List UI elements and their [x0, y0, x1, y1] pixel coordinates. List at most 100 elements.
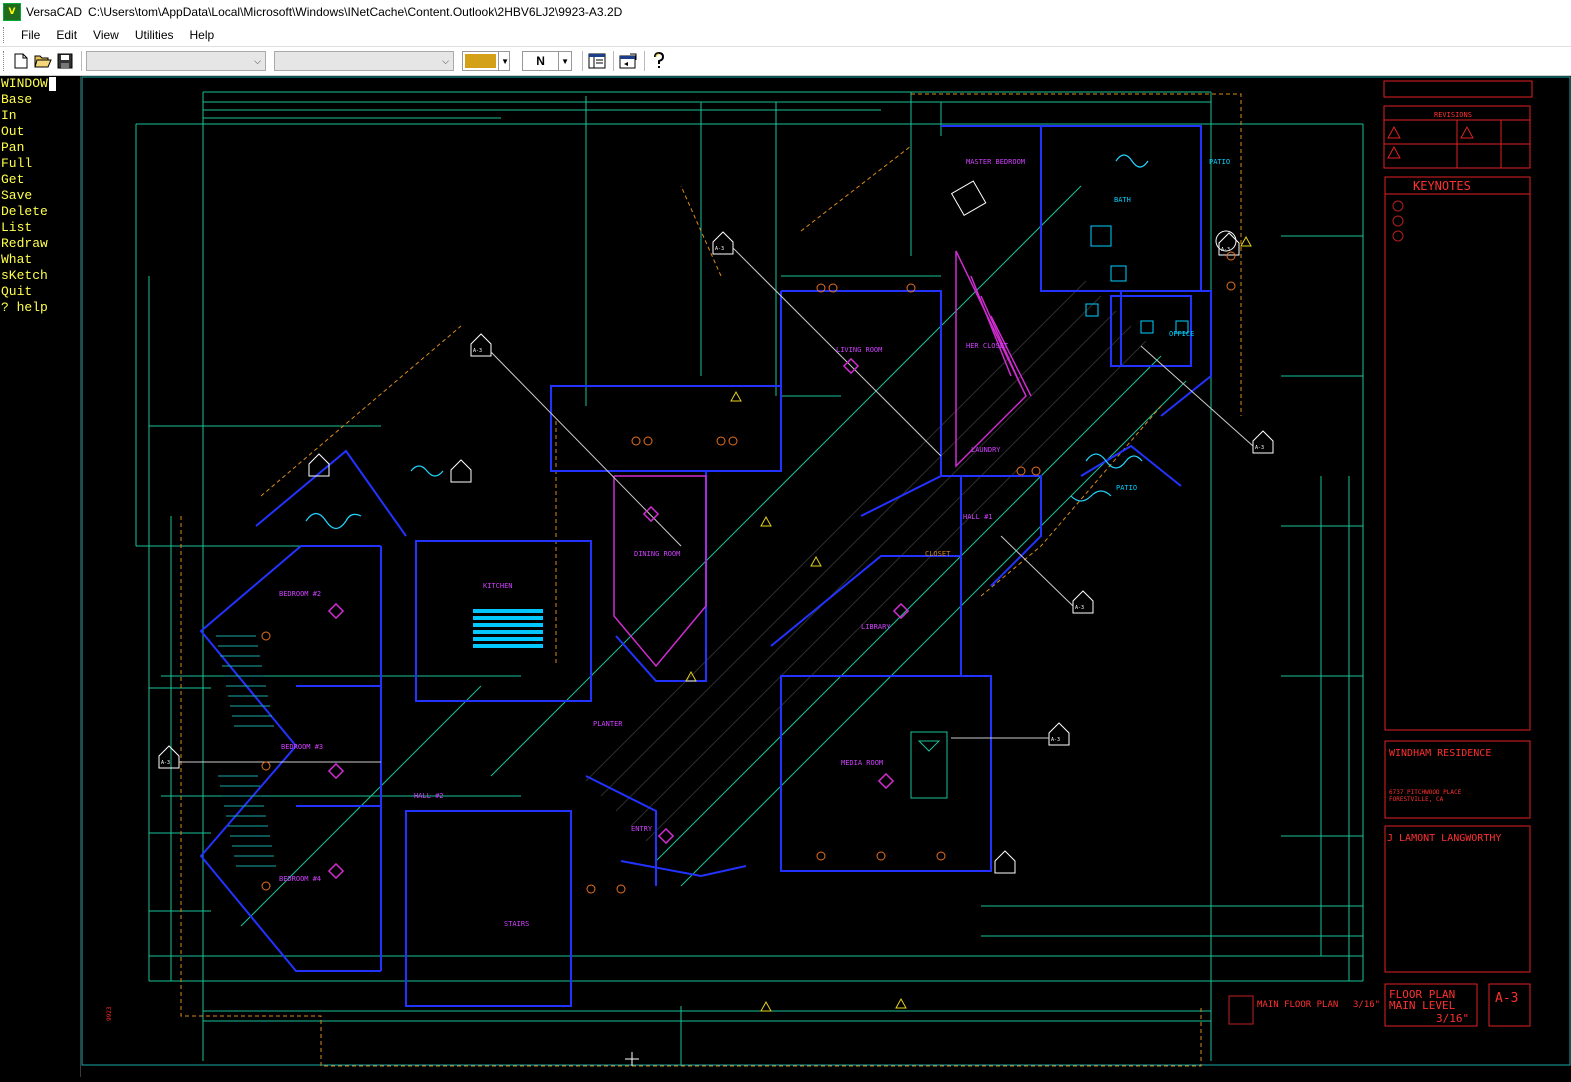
drawing-canvas[interactable]: MASTER BEDROOM LIVING ROOM HER CLOSET OF…: [80, 76, 1571, 1077]
open-folder-icon: [34, 55, 52, 68]
svg-text:A-3: A-3: [473, 348, 482, 354]
command-in[interactable]: In: [0, 108, 80, 124]
app-name: VersaCAD: [26, 5, 83, 19]
versacad-app-icon[interactable]: V: [3, 3, 21, 21]
color-combo[interactable]: ▼: [462, 51, 510, 71]
command-pan[interactable]: Pan: [0, 140, 80, 156]
save-file-button[interactable]: [55, 51, 75, 71]
chevron-down-icon: ⌵: [442, 55, 449, 66]
svg-text:A-3: A-3: [1075, 605, 1084, 611]
command-help[interactable]: ? help: [0, 300, 80, 316]
title-block: [1228, 80, 1533, 1027]
save-disk-icon: [57, 53, 73, 69]
room-label-bedroom-3: BEDROOM #3: [281, 743, 323, 751]
menu-bar: File Edit View Utilities Help: [0, 24, 1571, 47]
svg-text:A-3: A-3: [1051, 737, 1060, 743]
menubar-grip[interactable]: [3, 27, 7, 43]
diagonal-axis: [240, 185, 1187, 927]
command-delete[interactable]: Delete: [0, 204, 80, 220]
command-redraw[interactable]: Redraw: [0, 236, 80, 252]
command-save[interactable]: Save: [0, 188, 80, 204]
room-label-library: LIBRARY: [861, 623, 891, 631]
svg-text:A-3: A-3: [161, 760, 170, 766]
sheet-number: A-3: [1495, 991, 1518, 1006]
room-label-bedroom-4: BEDROOM #4: [279, 875, 321, 883]
architect-name: J LAMONT LANGWORTHY: [1387, 833, 1501, 844]
new-file-icon: [14, 53, 28, 69]
note-triangles: [685, 235, 1252, 1012]
command-sketch[interactable]: sKetch: [0, 268, 80, 284]
floor-plan-drawing[interactable]: MASTER BEDROOM LIVING ROOM HER CLOSET OF…: [81, 76, 1571, 1077]
svg-text:A-3: A-3: [1221, 247, 1230, 253]
command-quit[interactable]: Quit: [0, 284, 80, 300]
sheet-title-line2: MAIN LEVEL: [1389, 999, 1456, 1012]
room-label-media-room: MEDIA ROOM: [841, 759, 883, 767]
room-label-kitchen: KITCHEN: [483, 582, 513, 590]
pen-combo[interactable]: ⌵: [274, 51, 454, 71]
command-out[interactable]: Out: [0, 124, 80, 140]
room-label-stairs: STAIRS: [504, 920, 529, 928]
toolbar-separator: [644, 51, 645, 71]
chevron-down-icon: ⌵: [254, 55, 261, 66]
command-full[interactable]: Full: [0, 156, 80, 172]
title-block-text: REVISIONS KEYNOTES WINDHAM RESIDENCE 673…: [1257, 111, 1518, 1025]
fixtures: [910, 180, 1237, 799]
properties-icon: [619, 53, 637, 69]
line-style-combo[interactable]: N ▼: [522, 51, 572, 71]
sheet-scale: 3/16": [1436, 1012, 1469, 1025]
red-stamp: 9923: [106, 1006, 113, 1021]
help-button[interactable]: [649, 51, 669, 71]
new-file-button[interactable]: [11, 51, 31, 71]
help-question-icon: [654, 52, 665, 68]
room-label-patio-right: PATIO: [1116, 484, 1137, 492]
left-stair-hatch: [216, 635, 276, 867]
revisions-label: REVISIONS: [1434, 111, 1472, 119]
crosshair-cursor: [625, 1052, 639, 1066]
plan-caption: MAIN FLOOR PLAN: [1257, 1000, 1338, 1010]
room-label-patio-top: PATIO: [1209, 158, 1230, 166]
menu-help[interactable]: Help: [182, 28, 223, 42]
chevron-down-icon: ▼: [558, 52, 571, 70]
room-label-bedroom-2: BEDROOM #2: [279, 590, 321, 598]
window-layout-icon: [588, 53, 606, 69]
room-label-bath: BATH: [1114, 196, 1131, 204]
room-label-closet: CLOSET: [925, 550, 951, 558]
room-label-dining-room: DINING ROOM: [634, 550, 680, 558]
command-what[interactable]: What: [0, 252, 80, 268]
section-markers: [158, 231, 1274, 874]
room-label-hall-1: HALL #1: [963, 513, 993, 521]
outlet-tags: [261, 251, 1236, 894]
section-marker-labels: A-3 A-3 A-3 A-3 A-3 A-3 A-3: [161, 246, 1264, 766]
grid-lines: [135, 91, 1364, 1066]
roof-outline: [180, 93, 1242, 1067]
plan-scale: 3/16": [1353, 1000, 1380, 1010]
menu-utilities[interactable]: Utilities: [127, 28, 182, 42]
corridor-hatch: [585, 280, 1147, 842]
layer-combo[interactable]: ⌵: [86, 51, 266, 71]
room-label-master-bedroom: MASTER BEDROOM: [966, 158, 1025, 166]
command-get[interactable]: Get: [0, 172, 80, 188]
properties-button[interactable]: [618, 51, 638, 71]
room-label-entry: ENTRY: [631, 825, 653, 833]
title-bar: V VersaCAD C:\Users\tom\AppData\Local\Mi…: [0, 0, 1571, 24]
room-label-office: OFFICE: [1169, 330, 1194, 338]
layout-button[interactable]: [587, 51, 607, 71]
menu-view[interactable]: View: [85, 28, 127, 42]
toolbar-grip[interactable]: [3, 51, 7, 71]
svg-text:A-3: A-3: [715, 246, 724, 252]
menu-file[interactable]: File: [13, 28, 48, 42]
room-label-planter: PLANTER: [593, 720, 623, 728]
kitchen-range: [473, 609, 543, 648]
toolbar-separator: [81, 51, 82, 71]
toolbar-separator: [613, 51, 614, 71]
open-file-button[interactable]: [33, 51, 53, 71]
command-base[interactable]: Base: [0, 92, 80, 108]
command-header-window[interactable]: WINDOW: [0, 76, 80, 92]
line-style-value: N: [536, 54, 545, 68]
room-label-hall-2: HALL #2: [414, 792, 444, 800]
address-line1: 6737 PITCHWOOD PLACE: [1389, 789, 1462, 796]
command-list[interactable]: List: [0, 220, 80, 236]
project-name: WINDHAM RESIDENCE: [1389, 748, 1491, 759]
menu-edit[interactable]: Edit: [48, 28, 85, 42]
room-label-living-room: LIVING ROOM: [836, 346, 882, 354]
